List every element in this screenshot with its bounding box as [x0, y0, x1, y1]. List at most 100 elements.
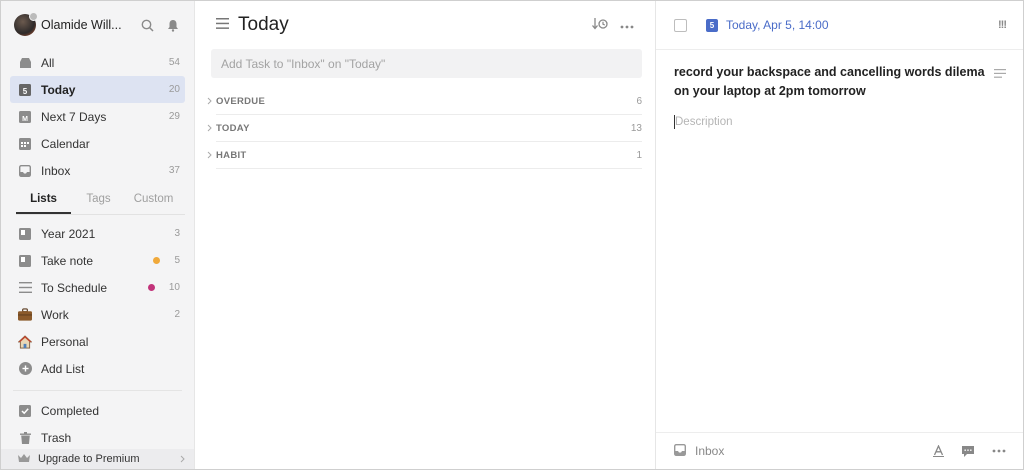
sidebar-item-work[interactable]: Work 2: [10, 301, 185, 328]
sidebar-item-year-2021[interactable]: Year 2021 3: [10, 220, 185, 247]
comment-icon[interactable]: [962, 445, 974, 457]
sidebar-item-label: Calendar: [41, 136, 90, 151]
more-options-icon[interactable]: [620, 18, 634, 32]
section-habit[interactable]: HABIT 1: [207, 142, 642, 169]
item-count: 37: [168, 165, 180, 176]
item-count: 54: [168, 57, 180, 68]
sidebar-item-inbox[interactable]: Inbox 37: [10, 157, 185, 184]
inbox-icon: [673, 443, 687, 459]
briefcase-icon: [18, 308, 32, 322]
section-name: HABIT: [216, 149, 247, 161]
menu-toggle-icon[interactable]: [216, 18, 229, 32]
upgrade-premium-button[interactable]: Upgrade to Premium: [1, 449, 194, 469]
sidebar-item-label: Completed: [41, 403, 100, 418]
task-list-selector[interactable]: Inbox: [695, 444, 915, 458]
item-count: 2: [174, 309, 180, 320]
sort-icon[interactable]: [592, 17, 608, 33]
section-today[interactable]: TODAY 13: [207, 115, 642, 142]
smart-lists: All 54 5 Today 20 M Next 7 Days 29 Calen…: [1, 49, 194, 184]
profile-name[interactable]: Olamide Will...: [41, 18, 130, 32]
item-count: 3: [174, 228, 180, 239]
crown-icon: [18, 452, 30, 466]
list-color-dot: [147, 284, 155, 291]
sidebar-item-label: Year 2021: [41, 226, 96, 241]
chevron-right-icon: [204, 97, 214, 105]
sidebar-item-label: Today: [41, 82, 76, 97]
add-task-field[interactable]: [211, 49, 642, 78]
add-task-input[interactable]: [221, 56, 642, 71]
sidebar-item-all[interactable]: All 54: [10, 49, 185, 76]
sidebar-item-label: Next 7 Days: [41, 109, 107, 124]
user-lists: Year 2021 3 Take note 5 To Schedule 10 W…: [1, 220, 194, 382]
svg-text:M: M: [22, 116, 28, 123]
sidebar: Olamide Will... All 54 5 Today 20 M Next…: [1, 1, 195, 469]
list-color-dot: [153, 257, 161, 264]
sidebar-item-trash[interactable]: Trash: [10, 424, 185, 451]
check-square-icon: [18, 404, 32, 418]
profile-bar: Olamide Will...: [1, 1, 194, 49]
house-icon: [18, 334, 32, 349]
tab-tags[interactable]: Tags: [71, 191, 126, 214]
sidebar-item-next-7-days[interactable]: M Next 7 Days 29: [10, 103, 185, 130]
list-tabs: Lists Tags Custom: [16, 191, 185, 215]
text-format-icon[interactable]: [994, 67, 1006, 81]
search-icon[interactable]: [138, 16, 156, 34]
list-icon: [18, 227, 32, 241]
chevron-right-icon: [204, 124, 214, 132]
due-date-picker[interactable]: 5 Today, Apr 5, 14:00: [706, 18, 998, 32]
chevron-right-icon: [204, 151, 214, 159]
page-title: Today: [238, 14, 289, 35]
tab-custom[interactable]: Custom: [126, 191, 181, 214]
trash-icon: [18, 431, 32, 445]
section-count: 13: [630, 122, 642, 134]
sidebar-item-today[interactable]: 5 Today 20: [10, 76, 185, 103]
sidebar-item-label: Inbox: [41, 163, 71, 178]
tab-lists[interactable]: Lists: [16, 191, 71, 214]
bell-icon[interactable]: [164, 16, 182, 34]
chevron-right-icon: [180, 452, 185, 466]
item-count: 10: [168, 282, 180, 293]
app-window: Olamide Will... All 54 5 Today 20 M Next…: [0, 0, 1024, 470]
sidebar-item-label: Personal: [41, 334, 89, 349]
plus-circle-icon: [18, 362, 32, 376]
avatar[interactable]: [14, 12, 38, 36]
section-count: 6: [636, 95, 642, 107]
sidebar-item-label: To Schedule: [41, 280, 108, 295]
task-checkbox[interactable]: [674, 18, 687, 32]
task-title[interactable]: record your backspace and cancelling wor…: [674, 63, 987, 101]
list-icon: [18, 254, 32, 268]
sidebar-item-label: Work: [41, 307, 69, 322]
sidebar-item-completed[interactable]: Completed: [10, 397, 185, 424]
section-count: 1: [636, 149, 642, 161]
sidebar-item-label: All: [41, 55, 55, 70]
sidebar-item-label: Add List: [41, 361, 85, 376]
task-list-pane: Today OVERDUE 6 TODAY 13 HABIT 1: [195, 1, 656, 469]
item-count: 29: [168, 111, 180, 122]
sidebar-item-take-note[interactable]: Take note 5: [10, 247, 185, 274]
calendar-week-icon: M: [18, 110, 32, 124]
item-count: 20: [168, 84, 180, 95]
task-list-header: Today: [216, 1, 634, 49]
add-list-button[interactable]: Add List: [10, 355, 185, 382]
task-detail-pane: 5 Today, Apr 5, 14:00 !!! record your ba…: [656, 1, 1023, 469]
font-style-icon[interactable]: [933, 445, 944, 457]
premium-label: Upgrade to Premium: [38, 453, 140, 465]
sidebar-item-calendar[interactable]: Calendar: [10, 130, 185, 157]
inbox-icon: [18, 164, 32, 178]
sidebar-item-to-schedule[interactable]: To Schedule 10: [10, 274, 185, 301]
lines-icon: [18, 281, 32, 295]
task-detail-footer: Inbox: [656, 432, 1023, 469]
priority-flag[interactable]: !!!: [998, 19, 1007, 31]
calendar-icon: [18, 137, 32, 151]
more-options-icon[interactable]: [992, 449, 1006, 453]
description-field[interactable]: Description: [674, 115, 733, 129]
calendar-day-icon: 5: [706, 18, 718, 32]
task-sections: OVERDUE 6 TODAY 13 HABIT 1: [204, 88, 642, 169]
divider: [13, 390, 182, 391]
sidebar-item-personal[interactable]: Personal: [10, 328, 185, 355]
section-name: OVERDUE: [216, 95, 266, 107]
section-name: TODAY: [216, 122, 250, 134]
due-date: Today, Apr 5, 14:00: [726, 18, 829, 32]
calendar-day-icon: 5: [18, 83, 32, 97]
section-overdue[interactable]: OVERDUE 6: [207, 88, 642, 115]
